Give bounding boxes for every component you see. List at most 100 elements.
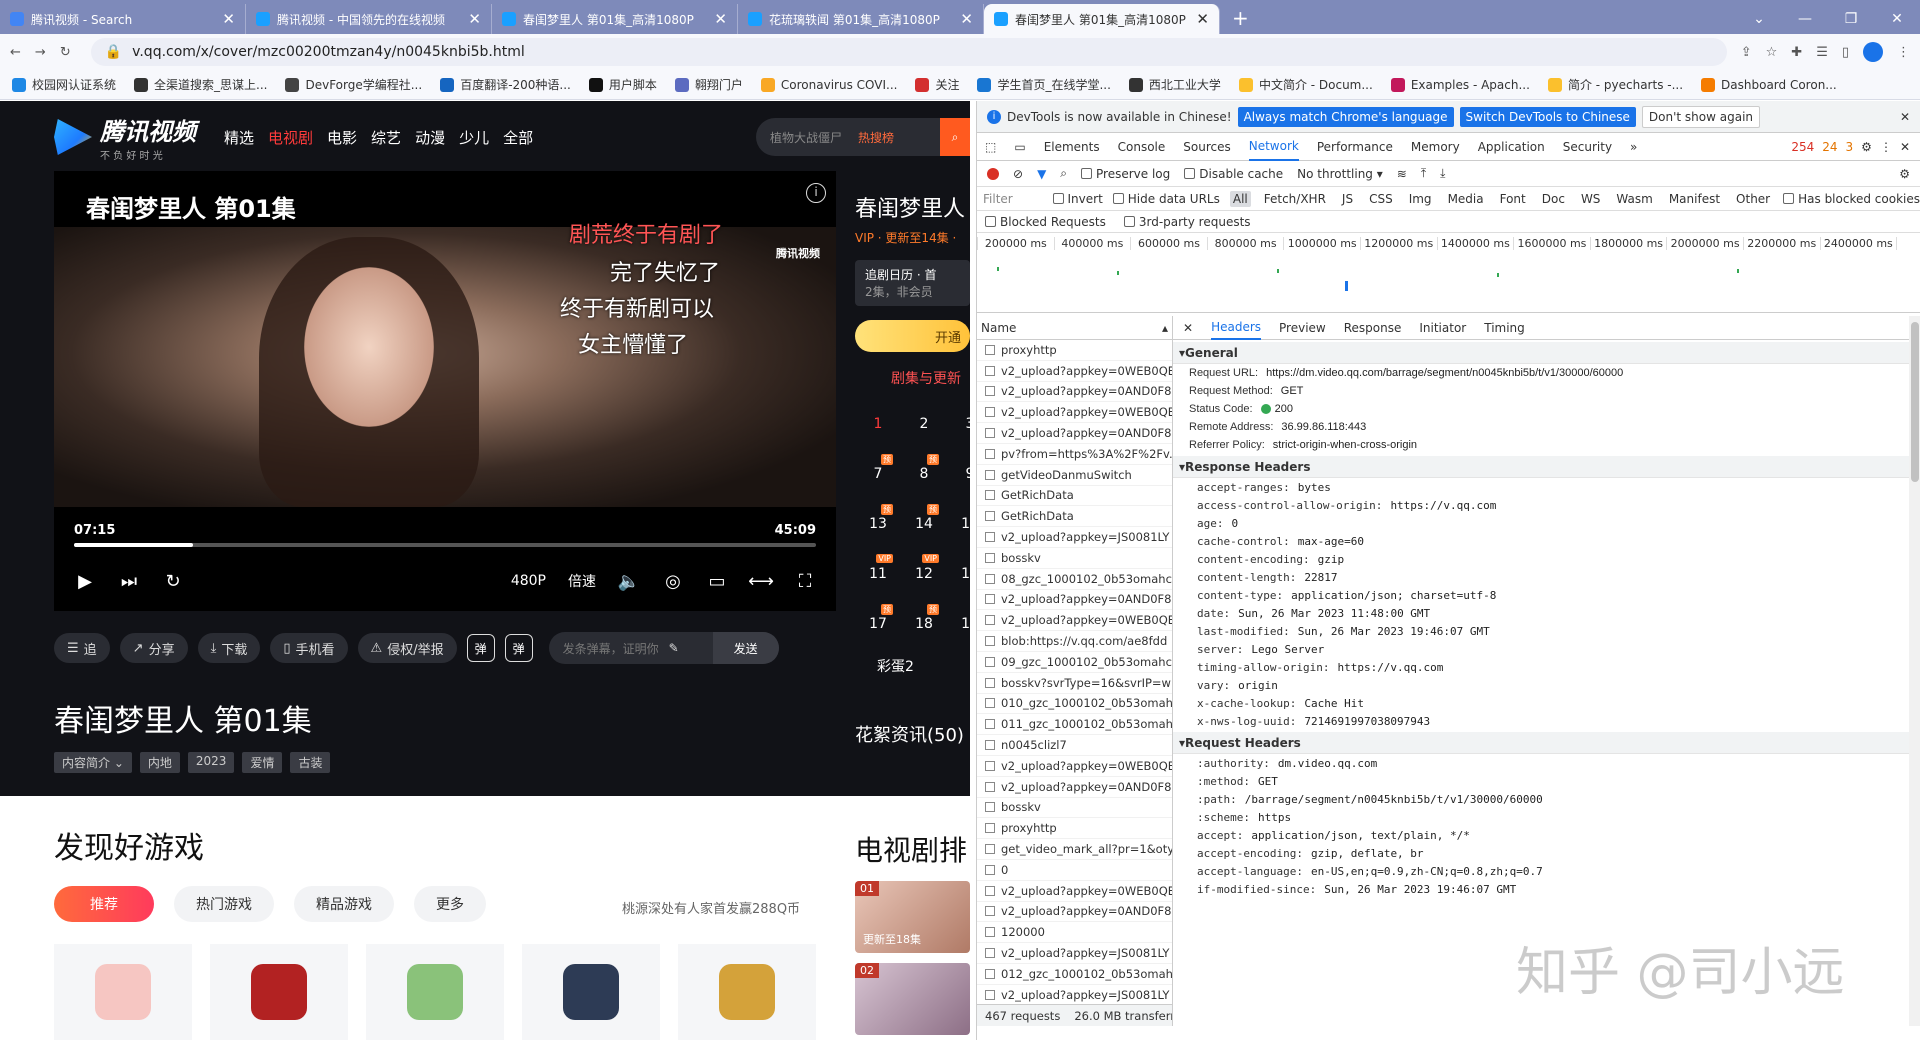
- url-field[interactable]: 🔒 v.qq.com/x/cover/mzc00200tmzan4y/n0045…: [90, 38, 1727, 66]
- game-tab[interactable]: 更多: [414, 886, 486, 922]
- filter-type[interactable]: Wasm: [1613, 191, 1655, 207]
- request-row[interactable]: v2_upload?appkey=JS0081LY: [977, 527, 1172, 548]
- sidepanel-icon[interactable]: ▯: [1842, 45, 1849, 60]
- throttle-select[interactable]: No throttling ▾: [1297, 167, 1383, 181]
- filter-type[interactable]: Media: [1445, 191, 1487, 207]
- devtools-tab[interactable]: Security: [1563, 133, 1612, 161]
- episode-tag[interactable]: 古装: [290, 752, 331, 773]
- request-row[interactable]: bosskv?svrType=16&svrIP=w: [977, 673, 1172, 694]
- game-tab[interactable]: 热门游戏: [174, 886, 274, 922]
- request-row[interactable]: GetRichData: [977, 506, 1172, 528]
- tab-close-icon[interactable]: ✕: [960, 10, 973, 28]
- site-logo[interactable]: 腾讯视频 不 负 好 时 光: [54, 112, 196, 162]
- rank-item-1[interactable]: 01 更新至18集: [855, 881, 970, 953]
- bookmark-item[interactable]: 百度翻译-200种语...: [440, 76, 571, 93]
- episode-item[interactable]: 14 预: [901, 504, 947, 542]
- match-language-button[interactable]: Always match Chrome's language: [1237, 106, 1454, 127]
- next-icon[interactable]: ⏭: [118, 570, 140, 592]
- easter-egg-item[interactable]: 彩蛋2: [855, 656, 970, 676]
- third-party-checkbox[interactable]: 3rd-party requests: [1123, 215, 1251, 229]
- bookmark-item[interactable]: 关注: [915, 76, 959, 93]
- site-search[interactable]: 植物大战僵尸 热搜榜 ⌕: [756, 118, 970, 156]
- detail-tab[interactable]: Timing: [1484, 321, 1525, 335]
- close-devtools-icon[interactable]: ✕: [1900, 140, 1910, 154]
- browser-tab[interactable]: 春闺梦里人 第01集_高清1080P ✕: [984, 4, 1220, 34]
- switch-chinese-button[interactable]: Switch DevTools to Chinese: [1459, 106, 1636, 127]
- episode-tag[interactable]: 2023: [187, 752, 235, 773]
- request-row[interactable]: v2_upload?appkey=0AND0F8: [977, 423, 1172, 444]
- close-window-button[interactable]: ✕: [1874, 11, 1920, 27]
- detail-tab[interactable]: Initiator: [1419, 321, 1466, 335]
- clear-icon[interactable]: ⊘: [1013, 167, 1023, 181]
- settings-icon[interactable]: ⚙: [1861, 140, 1872, 154]
- issue-counters[interactable]: 254 24 3 ⚙ ⋮ ✕: [1791, 140, 1920, 154]
- loop-icon[interactable]: ↻: [162, 570, 184, 592]
- nav-item[interactable]: 精选: [224, 127, 254, 148]
- share-button[interactable]: ↗ 分享: [119, 633, 188, 663]
- response-headers-toggle[interactable]: ▾ Response Headers: [1173, 456, 1920, 478]
- general-section-toggle[interactable]: ▾ General: [1173, 342, 1920, 364]
- tab-close-icon[interactable]: ✕: [468, 10, 481, 28]
- request-row[interactable]: v2_upload?appkey=0AND0F8: [977, 382, 1172, 403]
- profile-avatar[interactable]: [1863, 42, 1883, 62]
- episode-item[interactable]: 8预: [901, 454, 947, 492]
- tab-close-icon[interactable]: ✕: [222, 10, 235, 28]
- episode-item[interactable]: 3: [947, 406, 970, 442]
- episode-item[interactable]: 1: [855, 406, 901, 442]
- tab-search-icon[interactable]: ⌄: [1736, 11, 1782, 27]
- request-row[interactable]: v2_upload?appkey=0WEB0QE: [977, 610, 1172, 632]
- wifi-icon[interactable]: ≋: [1397, 167, 1407, 181]
- danmu-input[interactable]: 发条弹幕，证明你 ✎ 发送: [548, 632, 779, 664]
- send-button[interactable]: 发送: [712, 632, 779, 664]
- close-icon[interactable]: ✕: [1900, 110, 1910, 124]
- episode-item[interactable]: 12 VIP: [901, 554, 947, 592]
- devtools-tab[interactable]: Application: [1478, 133, 1545, 161]
- episode-item[interactable]: 15: [947, 506, 970, 542]
- nav-item[interactable]: 电视剧: [268, 127, 313, 148]
- episode-item[interactable]: 19: [947, 606, 970, 642]
- request-row[interactable]: 0: [977, 860, 1172, 881]
- request-row[interactable]: v2_upload?appkey=JS0081LY: [977, 985, 1172, 1006]
- follow-button[interactable]: ☰ 追: [54, 633, 110, 663]
- filter-type[interactable]: Font: [1497, 191, 1529, 207]
- reading-list-icon[interactable]: ☰: [1816, 45, 1828, 60]
- extensions-icon[interactable]: ✚: [1791, 45, 1802, 60]
- browser-tab[interactable]: 腾讯视频 - Search ✕: [0, 4, 246, 34]
- episodes-tab[interactable]: 剧集与更新: [855, 368, 970, 388]
- devtools-tab[interactable]: Sources: [1183, 133, 1230, 161]
- request-headers-toggle[interactable]: ▾ Request Headers: [1173, 732, 1920, 754]
- reload-icon[interactable]: ↻: [60, 45, 71, 60]
- pen-icon[interactable]: ✎: [669, 641, 679, 655]
- request-row[interactable]: proxyhttp: [977, 818, 1172, 840]
- bookmark-item[interactable]: 简介 - pyecharts -...: [1547, 76, 1683, 93]
- bookmark-item[interactable]: 全渠道搜索_思谋上...: [134, 76, 267, 93]
- episode-item[interactable]: 11 VIP: [855, 554, 901, 592]
- request-row[interactable]: proxyhttp: [977, 340, 1172, 361]
- browser-tab[interactable]: 春闺梦里人 第01集_高清1080P ✕: [492, 4, 738, 34]
- detail-tab[interactable]: Response: [1344, 321, 1402, 335]
- game-card[interactable]: [678, 944, 816, 1040]
- request-row[interactable]: getVideoDanmuSwitch: [977, 465, 1172, 486]
- browser-tab[interactable]: 花琉璃轶闻 第01集_高清1080P ✕: [738, 4, 984, 34]
- request-row[interactable]: v2_upload?appkey=0WEB0QE: [977, 756, 1172, 777]
- volume-icon[interactable]: 🔈: [618, 570, 640, 592]
- tab-close-icon[interactable]: ✕: [1196, 10, 1209, 28]
- dont-show-button[interactable]: Don't show again: [1641, 105, 1761, 128]
- open-vip-button[interactable]: 开通: [855, 320, 970, 352]
- episode-item[interactable]: 18 预: [901, 604, 947, 642]
- filter-type[interactable]: Fetch/XHR: [1261, 191, 1329, 207]
- star-icon[interactable]: ☆: [1766, 45, 1778, 60]
- share-icon[interactable]: ⇪: [1741, 45, 1752, 60]
- more-tabs-icon[interactable]: »: [1630, 140, 1637, 154]
- name-column-header[interactable]: Name ▴: [977, 316, 1172, 340]
- new-tab-button[interactable]: +: [1220, 6, 1261, 34]
- filter-type[interactable]: Img: [1406, 191, 1435, 207]
- quality-button[interactable]: 480P: [511, 573, 546, 589]
- devtools-tab[interactable]: Network: [1248, 133, 1299, 161]
- episode-item[interactable]: 9: [947, 456, 970, 492]
- nav-item[interactable]: 电影: [327, 127, 357, 148]
- minimize-button[interactable]: —: [1782, 11, 1828, 27]
- bookmark-item[interactable]: 西北工业大学: [1128, 76, 1221, 93]
- kebab-icon[interactable]: ⋮: [1880, 140, 1892, 154]
- game-tab[interactable]: 精品游戏: [294, 886, 394, 922]
